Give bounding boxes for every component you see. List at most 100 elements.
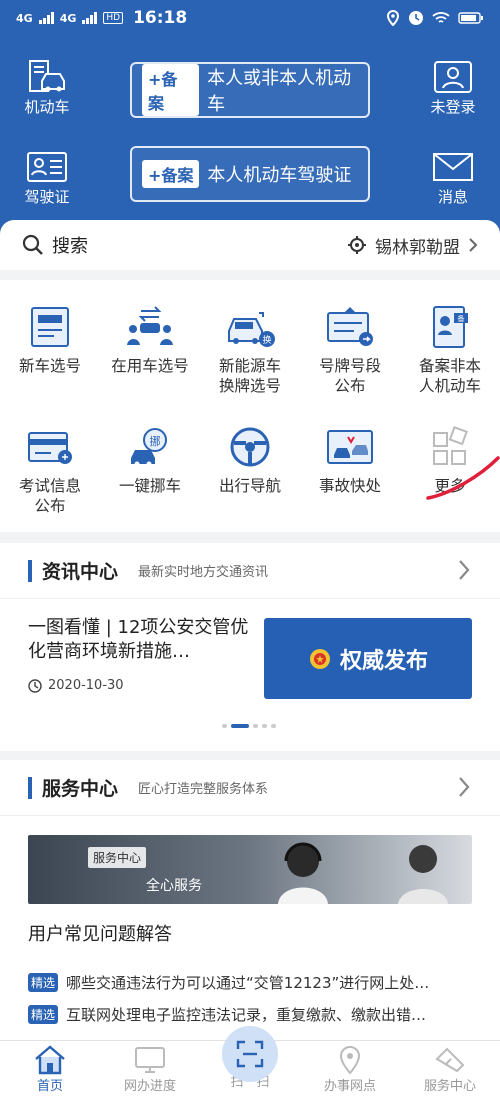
faq-item[interactable]: 精选 互联网处理电子监控违法记录，重复缴款、缴款出错… [28, 1004, 478, 1025]
service-plate-range[interactable]: 号牌号段 公布 [300, 302, 400, 396]
license-entry[interactable]: 驾驶证 [12, 148, 82, 207]
faq-title: 用户常见问题解答 [28, 924, 172, 945]
service-used-car-plate[interactable]: 在用车选号 [100, 302, 200, 376]
service-center-title: 服务中心 [42, 778, 119, 800]
message-entry[interactable]: 消息 [418, 148, 488, 207]
header: 4G 4G HD 16:18 机动车 驾驶证 未登录 消息 +备案 本人或非本人… [0, 0, 500, 240]
location-status-icon [386, 10, 400, 26]
news-headline[interactable]: 一图看懂 | 12项公安交管优化营商环境新措施… [28, 616, 258, 664]
hd-badge: HD [103, 12, 124, 24]
chevron-right-icon [459, 777, 470, 797]
handshake-icon [435, 1047, 465, 1073]
search-bar[interactable]: 搜索 锡林郭勒盟 [0, 220, 500, 270]
call-center-illustration [278, 842, 448, 904]
ev-car-icon: 换 [222, 302, 278, 352]
nav-home[interactable]: 首页 [0, 1045, 100, 1094]
news-banner[interactable]: 权威发布 [264, 618, 472, 699]
service-ev-plate[interactable]: 换 新能源车 换牌选号 [200, 302, 300, 396]
service-navigation[interactable]: 出行导航 [200, 422, 300, 496]
news-header[interactable]: 资讯中心 最新实时地方交通资讯 [0, 543, 500, 599]
service-new-car-plate[interactable]: 新车选号 [0, 302, 100, 376]
featured-badge: 精选 [28, 973, 59, 992]
news-date-text: 2020-10-30 [48, 678, 124, 693]
vehicle-label: 机动车 [24, 98, 70, 116]
service-label: 考试信息 公布 [18, 477, 81, 515]
svg-text:挪: 挪 [150, 434, 161, 448]
service-register-other-vehicle[interactable]: 备 备案非本 人机动车 [400, 302, 500, 396]
message-label: 消息 [437, 188, 468, 206]
scan-button[interactable] [222, 1026, 278, 1082]
register-tag: +备案 [142, 160, 200, 188]
service-label: 在用车选号 [111, 357, 189, 375]
service-label: 出行导航 [218, 477, 281, 495]
search-label: 搜索 [52, 236, 88, 257]
service-accident[interactable]: 事故快处 [300, 422, 400, 496]
news-date: 2020-10-30 [28, 678, 124, 693]
clock-icon [28, 678, 42, 693]
id-card-icon [24, 148, 70, 186]
status-time: 16:18 [133, 8, 188, 28]
carousel-dots [222, 724, 276, 728]
vehicle-entry[interactable]: 机动车 [12, 58, 82, 117]
scan-icon [236, 1040, 264, 1068]
login-label: 未登录 [430, 98, 476, 116]
section-bar [28, 776, 32, 799]
annotation-stroke [426, 456, 500, 500]
battery-icon [458, 12, 483, 24]
map-pin-icon [339, 1045, 361, 1075]
search-icon [22, 234, 43, 255]
service-banner-tag: 服务中心 [88, 847, 147, 868]
location-selector[interactable]: 锡林郭勒盟 [347, 233, 478, 258]
register-tag: +备案 [142, 64, 200, 116]
car-document-icon [24, 58, 70, 96]
news-section: 资讯中心 最新实时地方交通资讯 一图看懂 | 12项公安交管优化营商环境新措施…… [0, 543, 500, 751]
nav-service-points[interactable]: 办事网点 [300, 1045, 400, 1094]
user-icon [430, 58, 476, 96]
envelope-icon [430, 148, 476, 186]
service-label: 事故快处 [318, 477, 381, 495]
home-icon [35, 1045, 65, 1075]
monitor-icon [135, 1047, 165, 1073]
signal-icon-2 [82, 12, 98, 24]
svg-text:备: 备 [458, 314, 465, 323]
nav-label: 网办进度 [123, 1079, 176, 1094]
register-license-text: 本人机动车驾驶证 [207, 165, 352, 186]
faq-item[interactable]: 精选 哪些交通违法行为可以通过“交管12123”进行网上处… [28, 972, 478, 993]
exchange-people-icon [122, 302, 178, 352]
service-center-section: 服务中心 匠心打造完整服务体系 服务中心 全心服务 用户常见问题解答 精选 哪些… [0, 760, 500, 1040]
signal-label-2: 4G [59, 11, 77, 25]
service-banner[interactable]: 服务中心 全心服务 [28, 835, 472, 904]
section-bar [28, 559, 32, 582]
service-exam-info[interactable]: 考试信息 公布 [0, 422, 100, 516]
accident-icon [322, 422, 378, 472]
service-move-car[interactable]: 挪 一键挪车 [100, 422, 200, 496]
signal-icon [38, 12, 54, 24]
faq-text: 互联网处理电子监控违法记录，重复缴款、缴款出错… [66, 1006, 427, 1024]
login-entry[interactable]: 未登录 [418, 58, 488, 117]
nav-label: 办事网点 [323, 1079, 376, 1094]
chevron-right-icon [459, 560, 470, 580]
featured-badge: 精选 [28, 1005, 59, 1024]
service-banner-label: 全心服务 [146, 878, 202, 894]
status-bar: 4G 4G HD 16:18 [0, 0, 500, 36]
nav-progress[interactable]: 网办进度 [100, 1045, 200, 1094]
service-label: 新能源车 换牌选号 [218, 357, 281, 395]
service-label: 一键挪车 [118, 477, 181, 495]
license-label: 驾驶证 [24, 188, 70, 206]
faq-text: 哪些交通违法行为可以通过“交管12123”进行网上处… [66, 974, 430, 992]
register-vehicle-button[interactable]: +备案 本人或非本人机动车 [130, 62, 370, 118]
nav-service-center[interactable]: 服务中心 [400, 1045, 500, 1094]
service-label: 号牌号段 公布 [318, 357, 381, 395]
location-label: 锡林郭勒盟 [375, 237, 460, 258]
police-emblem-icon [309, 648, 330, 669]
wifi-icon [432, 12, 450, 23]
service-center-subtitle: 匠心打造完整服务体系 [138, 782, 269, 797]
steering-wheel-icon [222, 422, 278, 472]
signal-label: 4G [16, 11, 33, 25]
nav-label: 首页 [36, 1079, 63, 1094]
service-center-header[interactable]: 服务中心 匠心打造完整服务体系 [0, 760, 500, 816]
register-license-button[interactable]: +备案 本人机动车驾驶证 [130, 146, 370, 202]
alarm-icon [409, 11, 423, 25]
service-grid: 新车选号 在用车选号 换 新能源车 换牌选号 号牌号段 公布 备 备案非本 人机… [0, 280, 500, 532]
svg-text:换: 换 [262, 334, 271, 346]
